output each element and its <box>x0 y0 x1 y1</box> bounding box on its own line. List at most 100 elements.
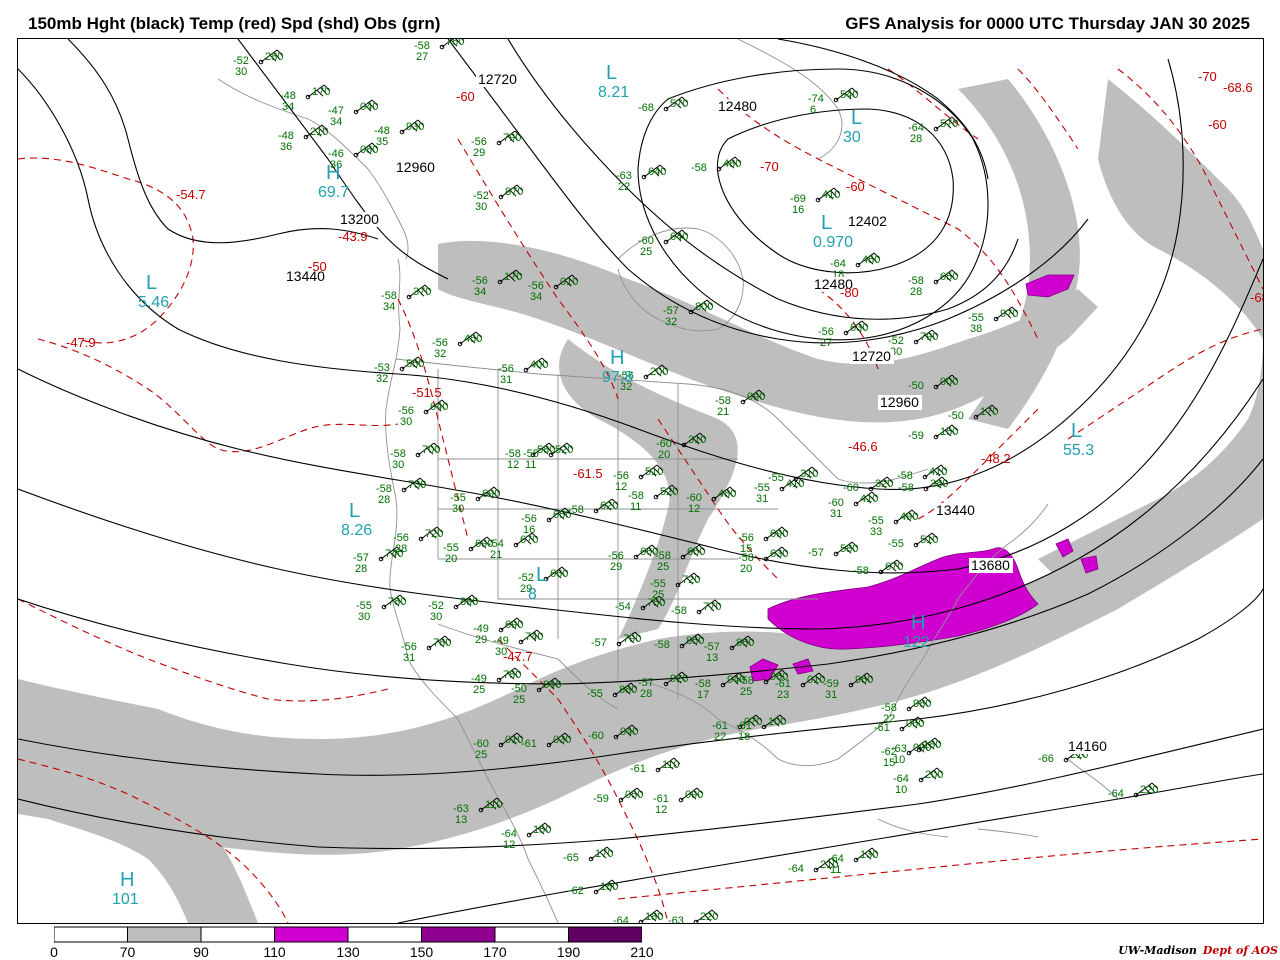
center-value: 101 <box>112 891 139 908</box>
obs-height: 780 <box>433 637 451 649</box>
obs-height: 540 <box>840 89 858 101</box>
obs-height: 110 <box>662 759 680 771</box>
height-label: 13200 <box>340 211 379 227</box>
obs-height: 650 <box>940 271 958 283</box>
obs-height: 780 <box>388 596 406 608</box>
obs-height: 730 <box>408 479 426 491</box>
colorbar-tick-label: 130 <box>336 944 360 960</box>
obs-dewpoint-depression: 25 <box>473 684 485 696</box>
obs-dewpoint-depression: 34 <box>330 116 342 128</box>
obs-height: 170 <box>595 848 613 860</box>
obs-temperature: -58 <box>853 565 869 577</box>
low-center-letter: L <box>536 564 547 586</box>
obs-temperature: -60 <box>588 730 604 742</box>
obs-dewpoint-depression: 31 <box>756 493 768 505</box>
colorbar-cell <box>200 926 275 943</box>
obs-height: 280 <box>265 51 283 63</box>
obs-height: 000 <box>940 376 958 388</box>
obs-height: 780 <box>503 669 521 681</box>
obs-height: 790 <box>503 132 521 144</box>
obs-dewpoint-depression: 31 <box>825 689 837 701</box>
obs-height: 150 <box>940 426 958 438</box>
obs-dewpoint-depression: 13 <box>706 652 718 664</box>
temperature-label: -47.7 <box>503 649 533 664</box>
obs-height: 740 <box>525 631 543 643</box>
obs-height: 630 <box>770 548 788 560</box>
obs-height: 030 <box>553 734 571 746</box>
speed-colorbar <box>54 926 642 943</box>
obs-temperature: -58 <box>671 605 687 617</box>
obs-height: 920 <box>670 673 688 685</box>
obs-dewpoint-depression: 18 <box>738 731 750 743</box>
obs-temperature: -64 <box>613 915 629 923</box>
obs-temperature: -63 <box>668 915 684 923</box>
obs-temperature: -50 <box>908 380 924 392</box>
obs-height: 320 <box>875 478 893 490</box>
obs-height: 110 <box>485 799 503 811</box>
obs-height: 520 <box>555 444 573 456</box>
center-value: 97.8 <box>602 369 633 386</box>
obs-dewpoint-depression: 25 <box>740 686 752 698</box>
obs-dewpoint-depression: 32 <box>665 316 677 328</box>
low-center-letter: L <box>146 272 157 294</box>
obs-height: 090 <box>747 391 765 403</box>
obs-temperature: -58 <box>898 482 914 494</box>
obs-temperature: -55 <box>768 472 784 484</box>
obs-dewpoint-depression: 28 <box>910 133 922 145</box>
obs-dewpoint-depression: 13 <box>455 814 467 826</box>
obs-height: 570 <box>940 118 958 130</box>
obs-height: 010 <box>560 276 578 288</box>
obs-height: 510 <box>920 534 938 546</box>
center-value: 0.970 <box>813 234 853 251</box>
obs-height: 450 <box>464 333 482 345</box>
obs-height: 170 <box>312 86 330 98</box>
low-center-letter: L <box>821 212 832 234</box>
colorbar-tick-label: 0 <box>50 944 58 960</box>
obs-dewpoint-depression: 12 <box>688 503 700 515</box>
height-label: 13440 <box>936 502 975 518</box>
chart-title: 150mb Hght (black) Temp (red) Spd (shd) … <box>28 14 441 33</box>
obs-dewpoint-depression: 25 <box>657 561 669 573</box>
obs-dewpoint-depression: 29 <box>475 634 487 646</box>
colorbar-cell <box>494 926 569 943</box>
obs-height: 980 <box>913 698 931 710</box>
obs-height: 180 <box>923 739 941 751</box>
center-value: 5.46 <box>138 294 169 311</box>
temperature-label: -48.2 <box>981 451 1011 466</box>
obs-temperature: -64 <box>788 863 804 875</box>
obs-height: 790 <box>920 331 938 343</box>
obs-height: 620 <box>600 500 618 512</box>
obs-dewpoint-depression: 22 <box>618 181 630 193</box>
obs-height: 180 <box>600 881 618 893</box>
obs-dewpoint-depression: 20 <box>658 449 670 461</box>
temp-contour <box>887 68 979 140</box>
obs-temperature: -64 <box>1108 788 1124 800</box>
obs-height: 720 <box>425 528 443 540</box>
colorbar-tick-label: 170 <box>483 944 507 960</box>
obs-height: 200 <box>650 366 668 378</box>
obs-dewpoint-depression: 11 <box>830 864 841 876</box>
obs-temperature: -61 <box>630 763 646 775</box>
obs-dewpoint-depression: 22 <box>714 731 726 743</box>
height-label: 12480 <box>718 98 757 114</box>
temp-contour <box>37 338 399 453</box>
obs-height: 170 <box>980 406 998 418</box>
obs-height: 410 <box>860 493 878 505</box>
obs-dewpoint-depression: 21 <box>717 406 729 418</box>
weather-map: -52 280 30 -48 170 34 -47 040 34 -48 210 36 -48 930 35… <box>17 38 1264 924</box>
obs-height: 090 <box>685 789 703 801</box>
obs-dewpoint-depression: 31 <box>403 652 415 664</box>
map-canvas: -52 28030-48 17034 -47 04034-48 21036-48 93035… <box>18 39 1263 923</box>
height-contour <box>67 39 379 244</box>
obs-height: 870 <box>505 186 523 198</box>
temperature-label: -60 <box>846 179 865 194</box>
temperature-label: -70 <box>760 159 779 174</box>
obs-dewpoint-depression: 28 <box>378 494 390 506</box>
height-label: 12960 <box>396 159 435 175</box>
colorbar-tick-label: 90 <box>193 944 209 960</box>
low-center-letter: L <box>1071 420 1082 442</box>
temp-contour <box>617 838 1263 900</box>
obs-dewpoint-depression: 25 <box>640 246 652 258</box>
obs-dewpoint-depression: 23 <box>777 689 789 701</box>
obs-height: 490 <box>900 511 918 523</box>
